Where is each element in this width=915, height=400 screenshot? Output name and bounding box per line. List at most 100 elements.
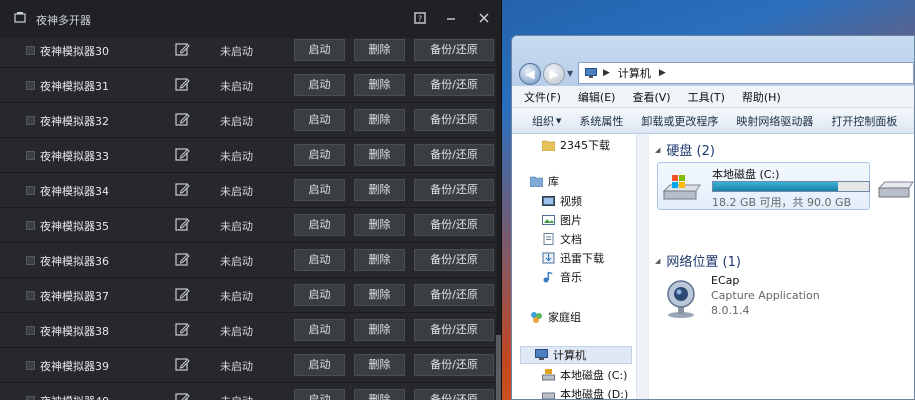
backup-restore-button[interactable]: 备份/还原 xyxy=(414,389,494,400)
edit-icon[interactable] xyxy=(175,252,190,267)
select-checkbox[interactable] xyxy=(26,186,35,195)
edit-icon[interactable] xyxy=(175,217,190,232)
select-checkbox[interactable] xyxy=(26,256,35,265)
system-properties-button[interactable]: 系统属性 xyxy=(579,113,623,129)
backup-restore-button[interactable]: 备份/还原 xyxy=(414,284,494,306)
edit-icon[interactable] xyxy=(175,392,190,400)
nav-item-drive-c[interactable]: 本地磁盘 (C:) xyxy=(542,366,627,384)
breadcrumb-separator-icon[interactable]: ▶ xyxy=(603,68,610,78)
collapse-triangle-icon[interactable]: ◢ xyxy=(655,146,660,154)
start-button[interactable]: 启动 xyxy=(294,354,345,376)
group-header-network-locations[interactable]: ◢ 网络位置 (1) xyxy=(655,251,741,270)
delete-button[interactable]: 删除 xyxy=(354,214,405,236)
menu-help[interactable]: 帮助(H) xyxy=(742,89,781,105)
forward-button[interactable]: ▶ xyxy=(543,63,565,85)
edit-icon[interactable] xyxy=(175,147,190,162)
nav-item-2345-downloads[interactable]: 2345下载 xyxy=(542,136,610,154)
navigation-pane-scrollbar[interactable] xyxy=(636,134,648,399)
menu-view[interactable]: 查看(V) xyxy=(632,89,670,105)
address-bar[interactable]: ▶ 计算机 ▶ xyxy=(578,62,914,84)
map-network-drive-button[interactable]: 映射网络驱动器 xyxy=(736,113,813,129)
nav-item-documents[interactable]: 文档 xyxy=(542,230,582,248)
webcam-icon[interactable] xyxy=(663,279,699,319)
help-icon[interactable]: ? xyxy=(412,10,428,26)
collapse-triangle-icon[interactable]: ◢ xyxy=(655,257,660,265)
start-button[interactable]: 启动 xyxy=(294,249,345,271)
minimize-icon[interactable] xyxy=(443,10,459,26)
nav-item-libraries[interactable]: 库 xyxy=(530,172,559,190)
nav-item-videos[interactable]: 视频 xyxy=(542,192,582,210)
nav-item-homegroup[interactable]: 家庭组 xyxy=(530,308,581,326)
delete-button[interactable]: 删除 xyxy=(354,39,405,61)
select-checkbox[interactable] xyxy=(26,326,35,335)
edit-icon[interactable] xyxy=(175,322,190,337)
edit-icon[interactable] xyxy=(175,182,190,197)
organize-chevron-icon[interactable]: ▼ xyxy=(556,117,561,125)
organize-button[interactable]: 组织 xyxy=(532,113,554,129)
nav-item-drive-d[interactable]: 本地磁盘 (D:) xyxy=(542,385,628,399)
delete-button[interactable]: 删除 xyxy=(354,249,405,271)
start-button[interactable]: 启动 xyxy=(294,39,345,61)
backup-restore-button[interactable]: 备份/还原 xyxy=(414,214,494,236)
uninstall-program-button[interactable]: 卸载或更改程序 xyxy=(641,113,718,129)
select-checkbox[interactable] xyxy=(26,361,35,370)
menu-edit[interactable]: 编辑(E) xyxy=(578,89,616,105)
start-button[interactable]: 启动 xyxy=(294,74,345,96)
edit-icon[interactable] xyxy=(175,287,190,302)
recent-pages-chevron-icon[interactable]: ▼ xyxy=(567,69,573,78)
select-checkbox[interactable] xyxy=(26,151,35,160)
open-control-panel-button[interactable]: 打开控制面板 xyxy=(831,113,897,129)
breadcrumb-computer[interactable]: 计算机 xyxy=(618,65,651,81)
edit-icon[interactable] xyxy=(175,112,190,127)
backup-restore-button[interactable]: 备份/还原 xyxy=(414,179,494,201)
select-checkbox[interactable] xyxy=(26,291,35,300)
backup-restore-button[interactable]: 备份/还原 xyxy=(414,354,494,376)
delete-button[interactable]: 删除 xyxy=(354,109,405,131)
delete-button[interactable]: 删除 xyxy=(354,144,405,166)
delete-button[interactable]: 删除 xyxy=(354,389,405,400)
drive-d-icon[interactable] xyxy=(875,176,915,204)
select-checkbox[interactable] xyxy=(26,116,35,125)
delete-button[interactable]: 删除 xyxy=(354,284,405,306)
edit-icon[interactable] xyxy=(175,77,190,92)
network-location-name[interactable]: ECap xyxy=(711,274,739,287)
nav-item-music[interactable]: 音乐 xyxy=(542,268,582,286)
backup-restore-button[interactable]: 备份/还原 xyxy=(414,144,494,166)
breadcrumb-separator-icon[interactable]: ▶ xyxy=(659,68,666,78)
backup-restore-button[interactable]: 备份/还原 xyxy=(414,249,494,271)
nav-item-computer[interactable]: 计算机 xyxy=(520,346,632,364)
emulator-status: 未启动 xyxy=(220,360,253,373)
start-button[interactable]: 启动 xyxy=(294,389,345,400)
delete-button[interactable]: 删除 xyxy=(354,319,405,341)
select-checkbox[interactable] xyxy=(26,396,35,400)
start-button[interactable]: 启动 xyxy=(294,109,345,131)
delete-button[interactable]: 删除 xyxy=(354,74,405,96)
backup-restore-button[interactable]: 备份/还原 xyxy=(414,319,494,341)
select-checkbox[interactable] xyxy=(26,81,35,90)
back-button[interactable]: ◀ xyxy=(519,63,541,85)
start-button[interactable]: 启动 xyxy=(294,284,345,306)
backup-restore-button[interactable]: 备份/还原 xyxy=(414,39,494,61)
delete-button[interactable]: 删除 xyxy=(354,179,405,201)
edit-icon[interactable] xyxy=(175,357,190,372)
group-header-hard-disks[interactable]: ◢ 硬盘 (2) xyxy=(655,140,715,159)
close-icon[interactable] xyxy=(476,10,492,26)
delete-button[interactable]: 删除 xyxy=(354,354,405,376)
list-scrollbar-thumb[interactable] xyxy=(496,335,501,400)
start-button[interactable]: 启动 xyxy=(294,179,345,201)
select-checkbox[interactable] xyxy=(26,46,35,55)
start-button[interactable]: 启动 xyxy=(294,214,345,236)
start-button[interactable]: 启动 xyxy=(294,144,345,166)
nav-item-pictures[interactable]: 图片 xyxy=(542,211,582,229)
nav-label: 本地磁盘 (C:) xyxy=(560,369,628,382)
menu-file[interactable]: 文件(F) xyxy=(524,89,561,105)
drive-tile-c[interactable]: 本地磁盘 (C:) 18.2 GB 可用，共 90.0 GB xyxy=(657,162,870,210)
menu-tools[interactable]: 工具(T) xyxy=(688,89,725,105)
edit-icon[interactable] xyxy=(175,42,190,57)
nav-label: 计算机 xyxy=(553,349,586,362)
backup-restore-button[interactable]: 备份/还原 xyxy=(414,109,494,131)
start-button[interactable]: 启动 xyxy=(294,319,345,341)
backup-restore-button[interactable]: 备份/还原 xyxy=(414,74,494,96)
select-checkbox[interactable] xyxy=(26,221,35,230)
nav-item-xunlei-downloads[interactable]: 迅雷下载 xyxy=(542,249,604,267)
